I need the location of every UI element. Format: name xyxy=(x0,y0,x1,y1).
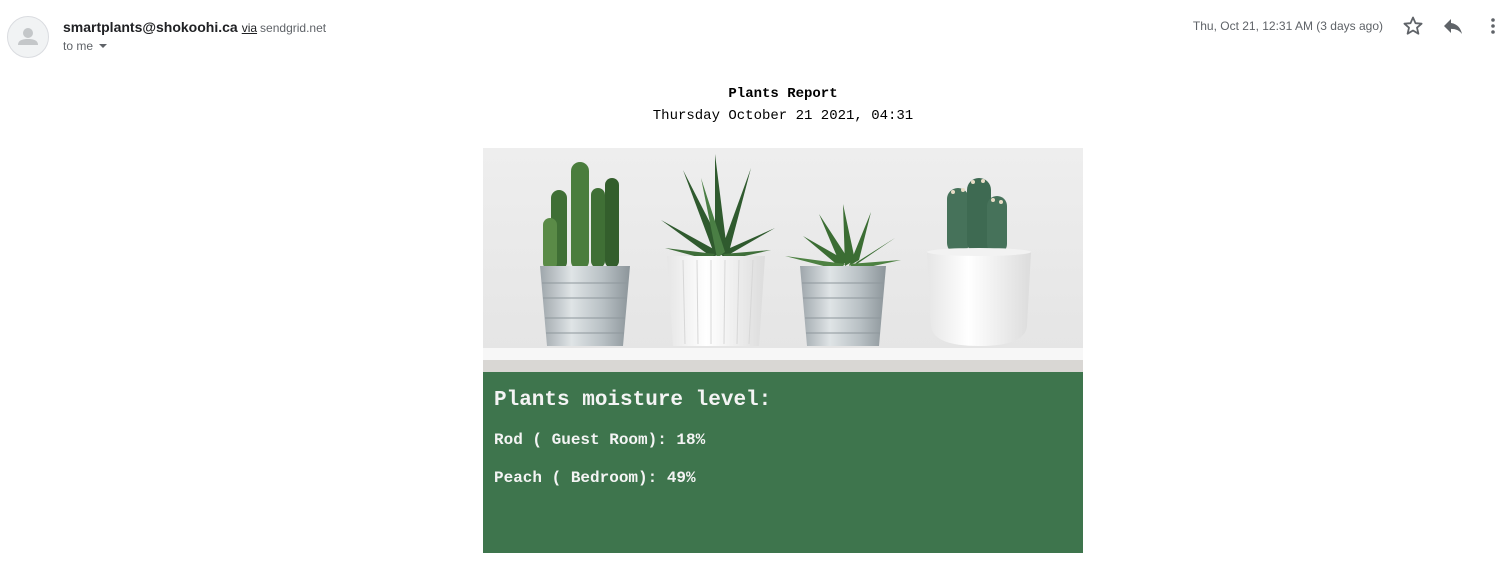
moisture-reading: Peach ( Bedroom): 49% xyxy=(494,469,696,487)
plants-hero-image xyxy=(483,148,1083,372)
report-date: Thursday October 21 2021, 04:31 xyxy=(652,108,914,124)
sender-email[interactable]: smartplants@shokoohi.ca xyxy=(63,19,238,35)
more-options-button[interactable] xyxy=(1481,14,1505,38)
more-vert-icon xyxy=(1491,18,1495,34)
avatar-person-icon xyxy=(18,28,38,45)
sender-avatar[interactable] xyxy=(7,16,49,58)
via-domain: sendgrid.net xyxy=(260,21,327,35)
recipient-details-toggle[interactable]: to me xyxy=(63,39,108,53)
sender-line: smartplants@shokoohi.ca via sendgrid.net xyxy=(63,18,326,37)
moisture-reading: Rod ( Guest Room): 18% xyxy=(494,431,706,449)
to-label: to me xyxy=(63,39,94,53)
chevron-down-icon xyxy=(99,43,108,48)
star-button[interactable] xyxy=(1401,14,1425,38)
message-date: Thu, Oct 21, 12:31 AM (3 days ago) xyxy=(1192,19,1383,33)
reply-icon xyxy=(1444,19,1462,34)
reply-button[interactable] xyxy=(1441,14,1465,38)
moisture-panel: Plants moisture level: Rod ( Guest Room)… xyxy=(483,372,1083,553)
email-body: Plants Report Thursday October 21 2021, … xyxy=(483,84,1083,553)
report-title: Plants Report xyxy=(728,86,838,102)
moisture-heading: Plants moisture level: xyxy=(494,389,772,412)
via-link[interactable]: via xyxy=(242,21,257,35)
star-icon xyxy=(1403,16,1423,35)
